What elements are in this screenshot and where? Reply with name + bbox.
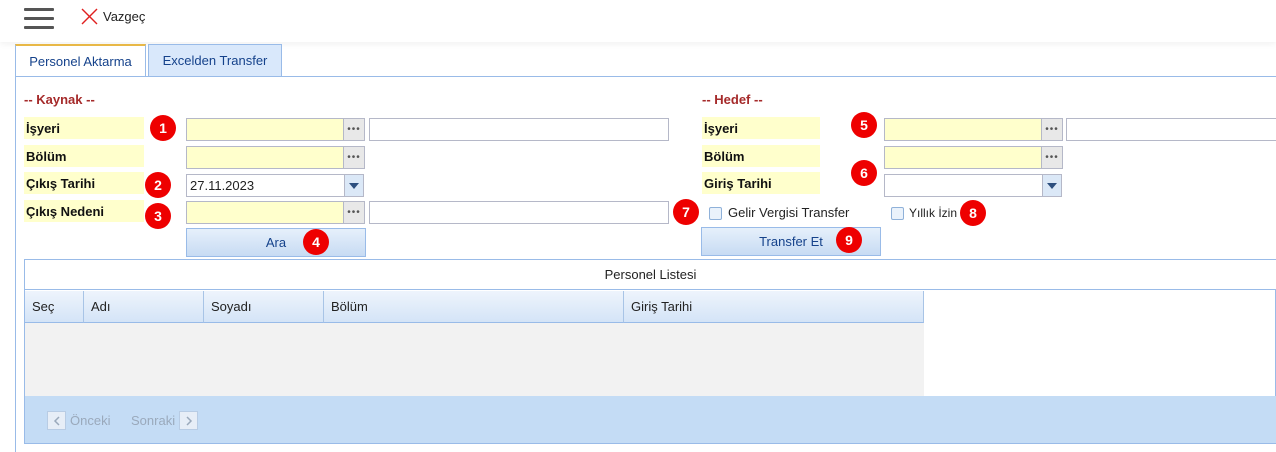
target-department-lookup-icon[interactable]: ••• — [1041, 146, 1063, 169]
badge-6: 6 — [851, 160, 877, 186]
target-workplace-lookup-icon[interactable]: ••• — [1041, 118, 1063, 141]
entry-date-label: Giriş Tarihi — [702, 172, 820, 194]
annual-leave-checkbox[interactable] — [891, 207, 904, 220]
grid-body — [25, 323, 924, 396]
income-tax-checkbox[interactable] — [709, 207, 722, 220]
target-workplace-label: İşyeri — [702, 117, 820, 139]
column-header-name[interactable]: Adı — [84, 291, 204, 323]
target-department-label: Bölüm — [702, 145, 820, 167]
target-department-input[interactable] — [884, 146, 1042, 169]
previous-page-button[interactable]: Önceki — [47, 410, 110, 431]
toolbar — [0, 0, 1276, 42]
column-header-department[interactable]: Bölüm — [324, 291, 624, 323]
source-workplace-input[interactable] — [186, 118, 344, 141]
exit-reason-name-field[interactable] — [369, 201, 669, 224]
next-page-button[interactable]: Sonraki — [131, 410, 199, 431]
column-header-select[interactable]: Seç — [25, 291, 84, 323]
badge-5: 5 — [851, 112, 877, 138]
cancel-label: Vazgeç — [103, 8, 146, 24]
income-tax-label: Gelir Vergisi Transfer — [728, 205, 850, 220]
badge-9: 9 — [836, 227, 862, 253]
source-department-input[interactable] — [186, 146, 344, 169]
source-workplace-label: İşyeri — [24, 117, 144, 139]
source-department-lookup-icon[interactable]: ••• — [343, 146, 365, 169]
exit-date-label: Çıkış Tarihi — [24, 172, 144, 194]
entry-date-dropdown-icon[interactable] — [1042, 174, 1062, 197]
target-section-title: -- Hedef -- — [702, 92, 763, 107]
source-section-title: -- Kaynak -- — [24, 92, 95, 107]
next-page-label: Sonraki — [131, 413, 176, 428]
search-button[interactable]: Ara — [186, 228, 366, 257]
badge-1: 1 — [150, 115, 176, 141]
menu-icon[interactable] — [24, 8, 56, 32]
cancel-button[interactable]: Vazgeç — [80, 6, 145, 26]
badge-7: 7 — [673, 199, 699, 225]
source-department-label: Bölüm — [24, 145, 144, 167]
chevron-left-icon — [47, 411, 66, 430]
chevron-right-icon — [179, 411, 199, 430]
grid-title: Personel Listesi — [25, 260, 1276, 290]
exit-reason-lookup-icon[interactable]: ••• — [343, 201, 365, 224]
tab-personel-aktarma[interactable]: Personel Aktarma — [15, 44, 146, 77]
exit-date-dropdown-icon[interactable] — [344, 174, 364, 197]
tab-divider — [15, 76, 1276, 77]
source-workplace-name-field[interactable] — [369, 118, 669, 141]
entry-date-field[interactable] — [884, 174, 1044, 197]
target-workplace-name-field[interactable] — [1066, 118, 1276, 141]
annual-leave-label: Yıllık İzin — [909, 206, 958, 220]
badge-4: 4 — [303, 229, 329, 255]
grid-pager — [25, 396, 1276, 443]
target-workplace-input[interactable] — [884, 118, 1042, 141]
column-header-entry-date[interactable]: Giriş Tarihi — [624, 291, 924, 323]
previous-page-label: Önceki — [70, 413, 111, 428]
source-workplace-lookup-icon[interactable]: ••• — [343, 118, 365, 141]
close-icon — [81, 8, 98, 24]
tab-excelden-transfer[interactable]: Excelden Transfer — [148, 44, 282, 76]
badge-3: 3 — [145, 203, 171, 229]
badge-2: 2 — [145, 172, 171, 198]
exit-reason-label: Çıkış Nedeni — [24, 200, 144, 222]
badge-8: 8 — [960, 200, 986, 226]
exit-date-field[interactable]: 27.11.2023 — [186, 174, 346, 197]
exit-reason-input[interactable] — [186, 201, 344, 224]
column-header-surname[interactable]: Soyadı — [204, 291, 324, 323]
